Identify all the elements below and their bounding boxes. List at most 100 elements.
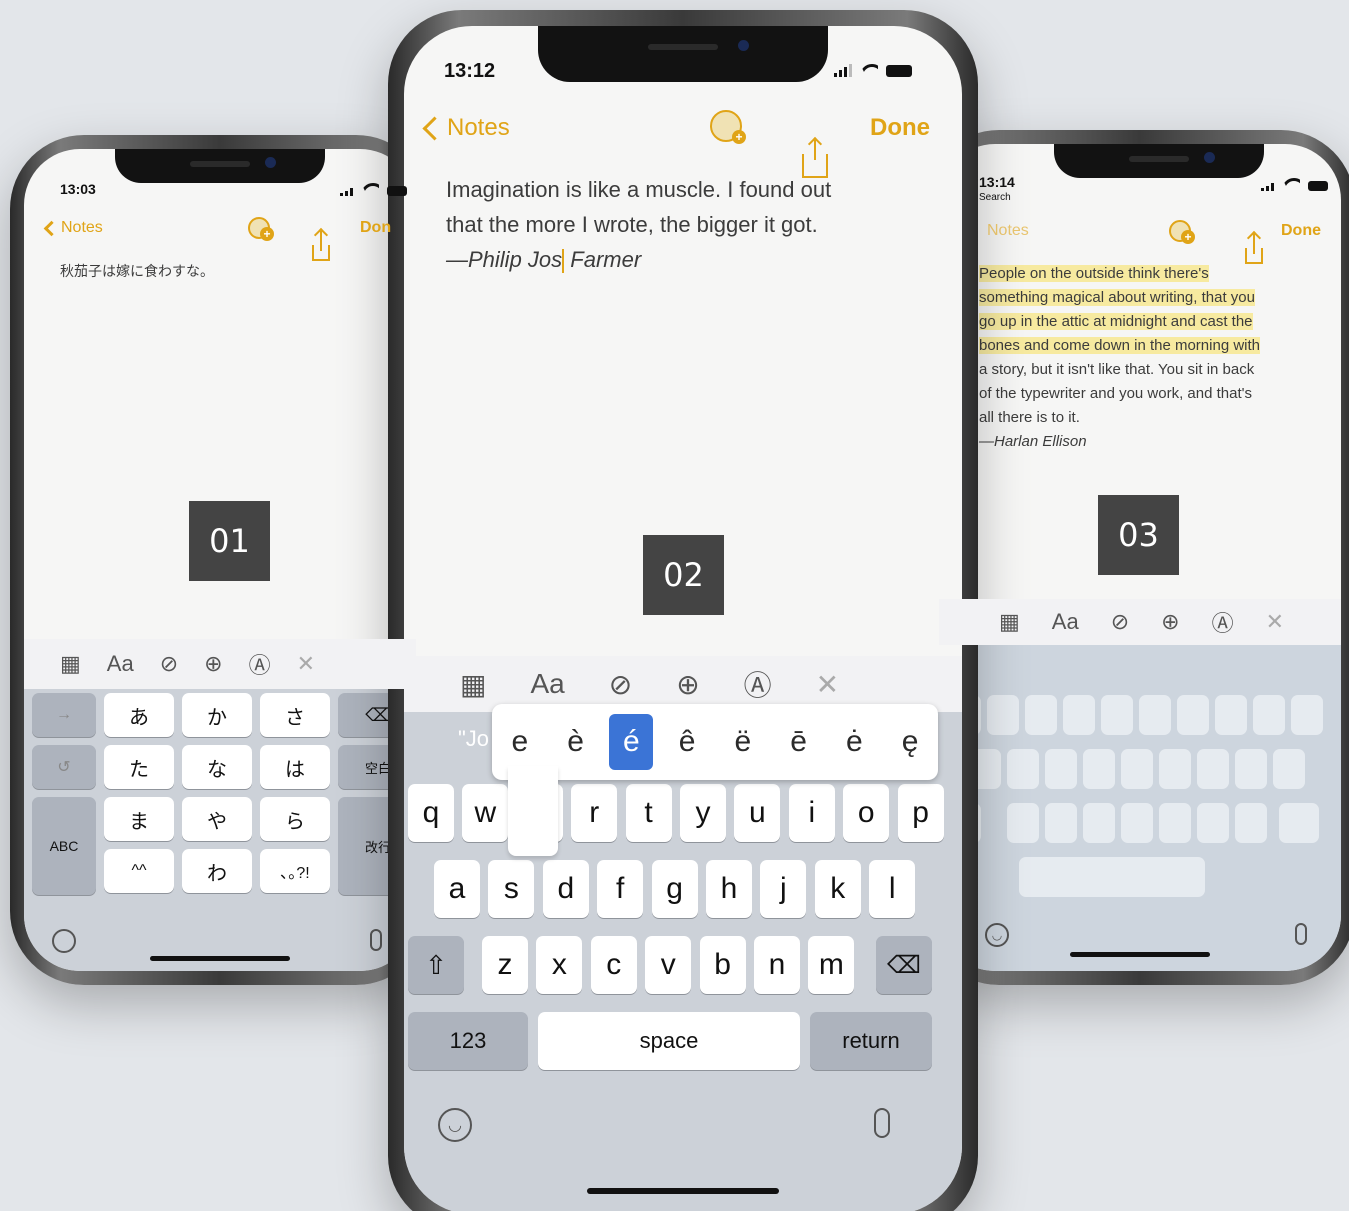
abc-key[interactable]: ABC	[32, 797, 96, 895]
delete-key[interactable]: ⌫	[876, 936, 932, 994]
add-icon[interactable]: ⊕	[676, 668, 699, 701]
letter-key[interactable]: x	[536, 936, 583, 994]
blurred-key[interactable]	[1121, 749, 1153, 789]
emoji-icon[interactable]: ◡	[438, 1108, 472, 1142]
return-key[interactable]: return	[810, 1012, 932, 1070]
blurred-key[interactable]	[1235, 749, 1267, 789]
letter-key[interactable]: f	[597, 860, 644, 918]
kana-key[interactable]: ら	[260, 797, 330, 841]
letter-key[interactable]: n	[754, 936, 800, 994]
kana-key[interactable]: ま	[104, 797, 174, 841]
blurred-key[interactable]	[1253, 695, 1285, 735]
globe-icon[interactable]	[52, 929, 76, 953]
done-button[interactable]: Done	[870, 114, 930, 142]
letter-key[interactable]: b	[699, 936, 746, 994]
blurred-key[interactable]	[1121, 803, 1153, 843]
status-search[interactable]: Search	[979, 192, 1011, 203]
accent-option-selected[interactable]: é	[609, 714, 654, 770]
note-body[interactable]: Imagination is like a muscle. I found ou…	[446, 172, 831, 277]
shift-key[interactable]: ⇧	[408, 936, 464, 994]
kana-key[interactable]: さ	[260, 693, 330, 737]
table-icon[interactable]: ▦	[460, 668, 486, 701]
format-icon[interactable]: Aa	[107, 651, 134, 677]
microphone-icon[interactable]	[1295, 923, 1307, 945]
format-icon[interactable]: Aa	[1052, 609, 1079, 635]
letter-key[interactable]: t	[625, 784, 672, 842]
done-button[interactable]: Don	[360, 219, 391, 237]
markup-icon[interactable]: Ⓐ	[249, 648, 271, 680]
letter-key[interactable]: d	[542, 860, 589, 918]
letter-key[interactable]: h	[706, 860, 752, 918]
letter-key[interactable]: o	[843, 784, 890, 842]
accent-option[interactable]: è	[554, 714, 598, 770]
share-icon[interactable]	[312, 245, 330, 261]
home-indicator[interactable]	[587, 1188, 779, 1194]
kana-key[interactable]: は	[260, 745, 330, 789]
blurred-key[interactable]	[1159, 749, 1191, 789]
table-icon[interactable]: ▦	[60, 651, 81, 677]
letter-key[interactable]: q	[408, 784, 454, 842]
kana-key[interactable]: か	[182, 693, 252, 737]
blurred-key[interactable]	[1045, 749, 1077, 789]
kana-key[interactable]: た	[104, 745, 174, 789]
blurred-key[interactable]	[1139, 695, 1171, 735]
blurred-key[interactable]	[1083, 803, 1115, 843]
accent-option[interactable]: ė	[832, 714, 876, 770]
markup-icon[interactable]: Ⓐ	[744, 664, 772, 704]
accent-option[interactable]: ē	[777, 714, 821, 770]
letter-key[interactable]: k	[814, 860, 861, 918]
share-icon[interactable]	[1245, 248, 1263, 264]
blurred-key[interactable]	[987, 695, 1019, 735]
blurred-key[interactable]	[1215, 695, 1247, 735]
kana-key[interactable]: わ	[182, 849, 252, 893]
close-icon[interactable]: ✕	[1266, 609, 1284, 635]
blurred-key[interactable]	[1007, 803, 1039, 843]
note-body[interactable]: 秋茄子は嫁に食わすな。	[60, 261, 214, 281]
blurred-key[interactable]	[1159, 803, 1191, 843]
blurred-key[interactable]	[1063, 695, 1095, 735]
letter-key[interactable]: w	[462, 784, 509, 842]
undo-key[interactable]: ↺	[32, 745, 96, 789]
letter-key[interactable]: m	[808, 936, 855, 994]
space-key[interactable]: space	[538, 1012, 800, 1070]
letter-key[interactable]: r	[571, 784, 618, 842]
blurred-key[interactable]	[1101, 695, 1133, 735]
emoji-icon[interactable]: ◡	[985, 923, 1009, 947]
blurred-key[interactable]	[1007, 749, 1039, 789]
numbers-key[interactable]: 123	[408, 1012, 528, 1070]
blurred-key[interactable]	[1235, 803, 1267, 843]
table-icon[interactable]: ▦	[999, 609, 1020, 635]
letter-key[interactable]: j	[760, 860, 807, 918]
back-button[interactable]: Notes	[987, 222, 1029, 240]
letter-key[interactable]: g	[651, 860, 698, 918]
kana-key[interactable]: ､｡?!	[260, 849, 330, 893]
checklist-icon[interactable]: ⊘	[609, 668, 632, 701]
blurred-key[interactable]	[1197, 803, 1229, 843]
microphone-icon[interactable]	[874, 1108, 890, 1138]
letter-key[interactable]: z	[482, 936, 528, 994]
kana-key[interactable]: な	[182, 745, 252, 789]
add-icon[interactable]: ⊕	[204, 651, 222, 677]
close-icon[interactable]: ✕	[297, 651, 315, 677]
markup-icon[interactable]: Ⓐ	[1212, 606, 1234, 638]
blurred-key[interactable]	[1019, 857, 1205, 897]
accent-option[interactable]: ê	[665, 714, 709, 770]
letter-key[interactable]: v	[645, 936, 692, 994]
microphone-icon[interactable]	[370, 929, 382, 951]
letter-key[interactable]: p	[897, 784, 944, 842]
back-button[interactable]: Notes	[422, 114, 510, 142]
suggestion-text[interactable]: "Jo	[458, 726, 489, 752]
checklist-icon[interactable]: ⊘	[1111, 609, 1129, 635]
note-body[interactable]: People on the outside think there's some…	[979, 262, 1319, 454]
add-person-icon[interactable]	[1169, 220, 1195, 244]
letter-key[interactable]: i	[788, 784, 835, 842]
letter-key[interactable]: u	[734, 784, 781, 842]
home-indicator[interactable]	[1070, 952, 1210, 957]
add-person-icon[interactable]	[248, 217, 274, 241]
letter-key[interactable]: c	[590, 936, 637, 994]
kana-key[interactable]: あ	[104, 693, 174, 737]
letter-key[interactable]: l	[869, 860, 916, 918]
blurred-key[interactable]	[1045, 803, 1077, 843]
home-indicator[interactable]	[150, 956, 290, 961]
checklist-icon[interactable]: ⊘	[160, 651, 178, 677]
